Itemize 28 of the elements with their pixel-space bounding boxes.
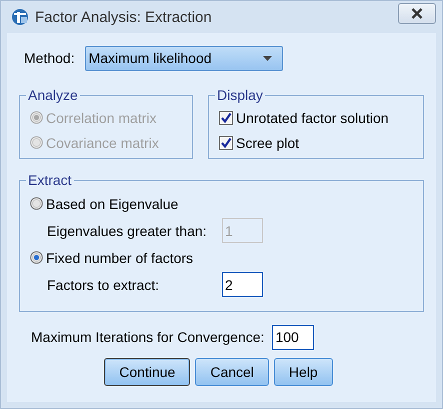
option-label: Based on Eigenvalue — [46, 196, 178, 212]
caret-icon — [262, 56, 272, 60]
option-label: Scree plot — [236, 134, 300, 150]
app-icon — [11, 8, 29, 26]
group-title: Display — [216, 87, 264, 103]
option-label: Fixed number of factors — [46, 250, 194, 266]
dialog-button[interactable]: Cancel — [195, 358, 269, 386]
window-title: Factor Analysis: Extraction — [35, 8, 213, 26]
checkbox[interactable] — [219, 110, 233, 124]
radio-button[interactable] — [30, 251, 43, 264]
method-label: Method: — [24, 50, 75, 66]
field-label: Maximum Iterations for Convergence: — [31, 329, 264, 345]
option-label: Covariance matrix — [46, 134, 159, 150]
radio-button[interactable] — [30, 197, 43, 210]
dialog-button[interactable]: Help — [274, 358, 333, 386]
option-label: Correlation matrix — [46, 110, 156, 126]
close-button[interactable] — [398, 2, 436, 24]
input-field[interactable]: 100 — [272, 324, 314, 350]
close-icon — [411, 8, 423, 18]
checkbox[interactable] — [219, 136, 233, 150]
option-label: Unrotated factor solution — [236, 110, 389, 126]
field-label: Factors to extract: — [47, 276, 160, 292]
field-label: Eigenvalues greater than: — [47, 222, 208, 238]
dialog-button[interactable]: Continue — [104, 358, 190, 386]
input-field[interactable]: 2 — [222, 272, 263, 297]
group-title: Extract — [27, 172, 73, 188]
method-dropdown[interactable]: Maximum likelihood — [84, 46, 283, 70]
group-title: Analyze — [27, 87, 79, 103]
